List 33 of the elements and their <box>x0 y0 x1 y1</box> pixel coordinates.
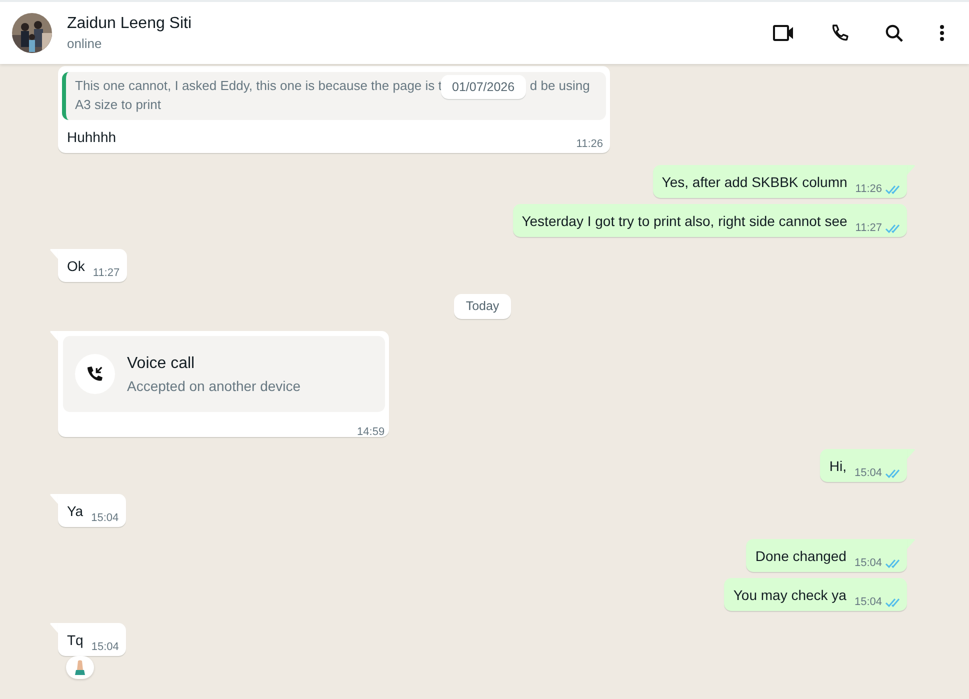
call-title: Voice call <box>127 354 196 372</box>
menu-icon[interactable] <box>939 24 945 42</box>
message-text: Ya <box>67 502 84 520</box>
call-status: Accepted on another device <box>127 378 301 394</box>
message-text: Yes, after add SKBBK column <box>662 173 848 191</box>
message-text: Huhhhh <box>67 128 116 146</box>
date-divider: Today <box>454 294 512 319</box>
message-time: 15:04 <box>854 467 882 479</box>
message-time: 11:26 <box>855 183 882 195</box>
date-chip: 01/07/2026 <box>441 75 526 99</box>
contact-status: online <box>67 36 103 51</box>
reaction-badge[interactable] <box>66 656 94 679</box>
message-text: Hi, <box>829 457 846 475</box>
message-time: 11:27 <box>92 267 120 279</box>
message-time: 11:27 <box>855 222 882 234</box>
phone-icon[interactable] <box>830 23 850 43</box>
message-text: Tq <box>67 631 84 649</box>
message-time: 15:04 <box>854 596 882 608</box>
message-text: Yesterday I got try to print also, right side cannot see <box>522 212 848 230</box>
search-icon[interactable] <box>885 24 904 42</box>
message-time: 15:04 <box>854 557 882 569</box>
quoted-text: A3 size to print <box>75 96 162 114</box>
message-time: 11:26 <box>576 138 603 150</box>
message-text: You may check ya <box>733 586 846 604</box>
contact-name: Zaidun Leeng Siti <box>67 15 193 33</box>
message-time: 15:04 <box>91 641 119 653</box>
message-time: 15:04 <box>91 512 119 524</box>
video-call-icon[interactable] <box>773 25 795 41</box>
message-text: Done changed <box>755 547 846 565</box>
quoted-text: d be using <box>530 77 590 95</box>
call-card[interactable]: Voice call Accepted on another device <box>63 336 385 412</box>
message-time: 14:59 <box>357 426 385 438</box>
message-text: Ok <box>67 257 85 275</box>
